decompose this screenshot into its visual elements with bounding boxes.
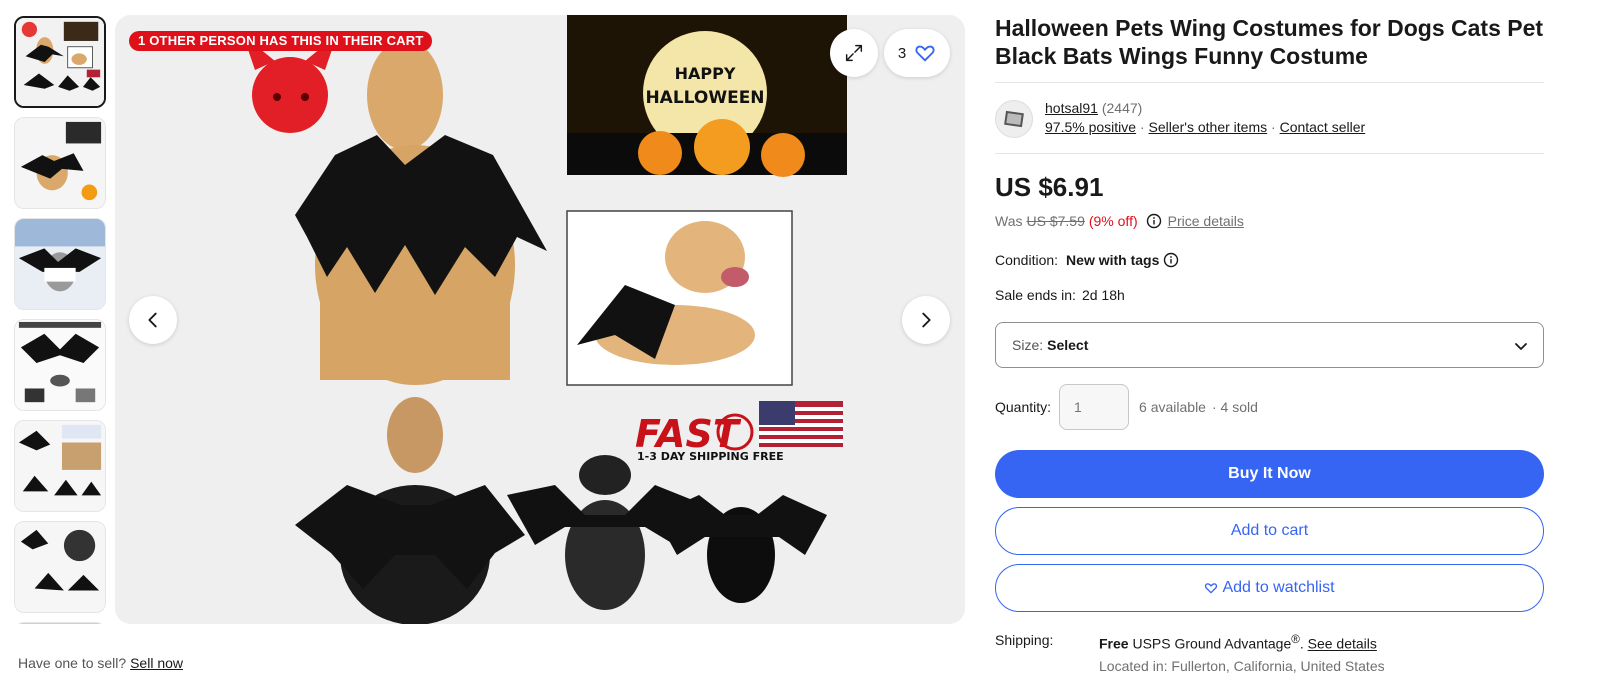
sale-ends-label: Sale ends in: — [995, 287, 1076, 303]
was-price-row: Was US $7.59 (9% off) Price details — [995, 213, 1244, 229]
price: US $6.91 — [995, 172, 1104, 202]
product-title: Halloween Pets Wing Costumes for Dogs Ca… — [995, 15, 1544, 69]
halloween-text-happy: HAPPY — [675, 64, 736, 83]
halloween-text-halloween: HALLOWEEN — [645, 88, 764, 108]
expand-icon — [845, 44, 863, 62]
heart-icon — [1205, 583, 1218, 594]
divider — [995, 153, 1544, 154]
sell-prompt: Have one to sell? Sell now — [18, 655, 183, 671]
contact-seller-link[interactable]: Contact seller — [1280, 119, 1366, 135]
shipping-label: Shipping: — [995, 632, 1054, 648]
registered-mark: ® — [1291, 633, 1300, 646]
main-product-image[interactable]: HAPPY HALLOWEEN FAST 1-3 DAY SHIPPING FR… — [115, 15, 965, 624]
sell-prompt-text: Have one to sell? — [18, 655, 127, 671]
thumbnail-strip[interactable] — [14, 16, 106, 624]
info-icon[interactable] — [1146, 213, 1162, 229]
shipping-see-details-link[interactable]: See details — [1308, 636, 1377, 652]
quantity-input[interactable] — [1059, 384, 1130, 430]
item-location: Located in: Fullerton, California, Unite… — [1099, 658, 1385, 674]
thumbnail-6[interactable] — [14, 521, 106, 613]
seller-avatar[interactable] — [995, 100, 1033, 138]
thumbnail-1[interactable] — [14, 16, 106, 108]
condition-row: Condition: New with tags — [995, 252, 1179, 268]
add-to-cart-button[interactable]: Add to cart — [995, 507, 1544, 555]
shipping-free: Free — [1099, 635, 1129, 652]
seller-other-items-link[interactable]: Seller's other items — [1149, 119, 1268, 135]
info-icon[interactable] — [1163, 252, 1179, 268]
next-image-button[interactable] — [902, 296, 950, 344]
previous-image-button[interactable] — [129, 296, 177, 344]
available-count: 6 available — [1139, 399, 1206, 415]
sale-ends-value: 2d 18h — [1081, 287, 1125, 303]
add-to-watchlist-button[interactable]: Add to watchlist — [995, 564, 1544, 612]
discount: (9% off) — [1088, 213, 1138, 229]
shipping-value: Free USPS Ground Advantage®. See details — [1099, 633, 1377, 652]
add-to-watchlist-label: Add to watchlist — [1222, 579, 1335, 596]
thumbnail-2[interactable] — [14, 117, 106, 209]
divider — [995, 82, 1544, 83]
shipping-period: . — [1299, 635, 1304, 652]
price-details-link[interactable]: Price details — [1168, 213, 1244, 229]
watch-count: 3 — [897, 44, 907, 62]
thumbnail-5[interactable] — [14, 420, 106, 512]
thumbnail-3[interactable] — [14, 218, 106, 310]
quantity-label: Quantity: — [995, 399, 1052, 415]
size-select[interactable]: Size: Select — [995, 322, 1544, 368]
size-label: Size: — [1012, 337, 1044, 353]
condition-value: New with tags — [1066, 252, 1160, 268]
watch-count-button[interactable]: 3 — [884, 29, 950, 77]
condition-label: Condition: — [995, 252, 1059, 268]
store-image-icon — [1004, 110, 1024, 128]
dot-separator: · — [1139, 119, 1145, 135]
dot-separator: · — [1271, 119, 1276, 135]
quantity-row: Quantity: 6 available · 4 sold — [995, 384, 1258, 430]
thumbnail-4[interactable] — [14, 319, 106, 411]
shipping-method: USPS Ground Advantage — [1132, 635, 1292, 652]
sale-ends-row: Sale ends in: 2d 18h — [995, 287, 1125, 303]
expand-image-button[interactable] — [830, 29, 878, 77]
seller-feedback-count: (2447) — [1101, 100, 1143, 116]
size-value: Select — [1047, 337, 1089, 353]
buy-it-now-button[interactable]: Buy It Now — [995, 450, 1544, 498]
was-label: Was — [995, 213, 1023, 229]
heart-icon — [915, 45, 935, 62]
product-photo: HAPPY HALLOWEEN FAST 1-3 DAY SHIPPING FR… — [115, 15, 965, 624]
seller-name-row: hotsal91 (2447) — [1045, 100, 1142, 116]
was-price: US $7.59 — [1026, 213, 1085, 229]
seller-links-row: 97.5% positive · Seller's other items · … — [1045, 119, 1365, 135]
chevron-left-icon — [148, 312, 157, 328]
chevron-down-icon — [1515, 343, 1527, 350]
cart-count-badge: 1 OTHER PERSON HAS THIS IN THEIR CART — [129, 31, 433, 51]
seller-positive-link[interactable]: 97.5% positive — [1045, 119, 1136, 135]
thumbnail-7[interactable] — [14, 622, 106, 624]
chevron-right-icon — [922, 312, 931, 328]
sell-now-link[interactable]: Sell now — [130, 655, 183, 671]
fast-logo-subtext: 1-3 DAY SHIPPING FREE — [637, 450, 784, 463]
seller-name-link[interactable]: hotsal91 — [1045, 100, 1098, 116]
sold-count: · 4 sold — [1211, 399, 1258, 415]
